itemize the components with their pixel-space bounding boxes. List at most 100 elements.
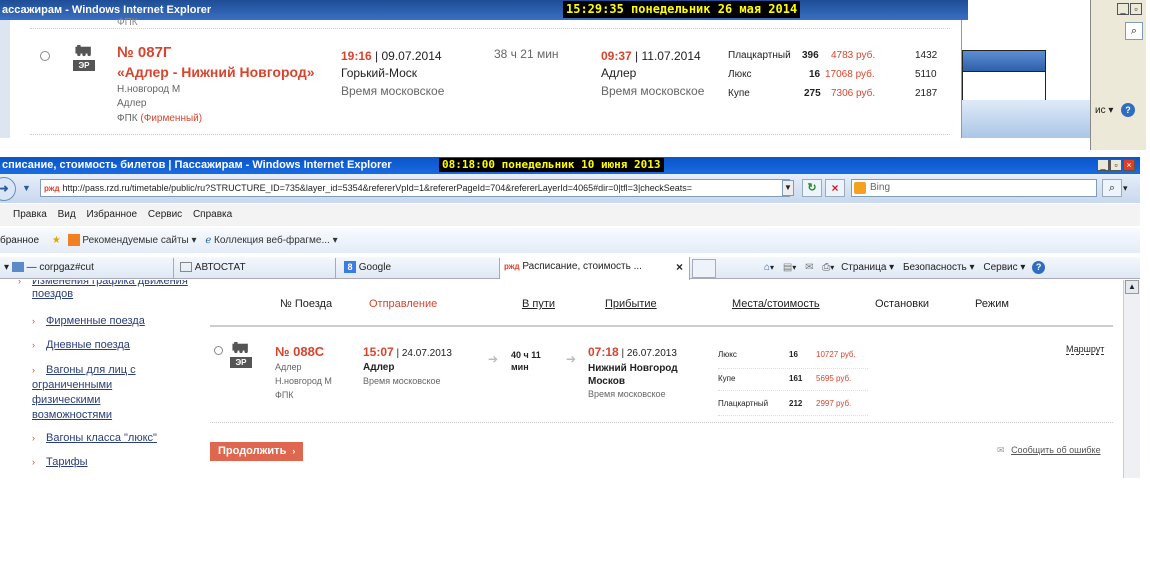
- minimize-button[interactable]: _: [1097, 159, 1109, 171]
- header-travel[interactable]: В пути: [522, 298, 555, 310]
- top-window-title: ассажирам - Windows Internet Explorer: [2, 4, 212, 16]
- seat-row-1: Люкс 16 17068 руб. 5110: [728, 69, 958, 83]
- back-button[interactable]: ➜: [0, 177, 16, 201]
- sidebar-item[interactable]: › Вагоны класса "люкс": [32, 432, 157, 445]
- tab-google[interactable]: 8 Google: [340, 258, 500, 279]
- restore-button[interactable]: ▫: [1130, 3, 1142, 15]
- seat-count: 16: [809, 69, 821, 80]
- dep-date: | 09.07.2014: [375, 49, 442, 63]
- menu-item-help[interactable]: Справка: [193, 209, 232, 220]
- dep-time: 19:16: [341, 49, 372, 63]
- address-url: http://pass.rzd.ru/timetable/public/ru?S…: [62, 183, 693, 193]
- tab-avtostat[interactable]: АВТОСТАТ: [176, 258, 336, 279]
- search-options-icon[interactable]: ▾: [1123, 183, 1128, 194]
- arr-tz: Время московское: [601, 84, 705, 98]
- search-icon[interactable]: ⌕: [1102, 179, 1122, 197]
- seat-price[interactable]: 5695 руб.: [816, 374, 851, 383]
- search-icon[interactable]: ⌕: [1125, 22, 1143, 40]
- carrier-name: ФПК: [117, 113, 138, 124]
- sidebar-item[interactable]: › Тарифы: [32, 456, 88, 469]
- bg-stripe: [962, 50, 1046, 72]
- train-route[interactable]: «Адлер - Нижний Новгород»: [117, 64, 315, 80]
- tab-corpgaz[interactable]: ▾ — corpgaz#cut: [0, 258, 174, 279]
- seat-stops: 1432: [915, 50, 938, 61]
- tab-close-icon[interactable]: ×: [676, 257, 683, 277]
- menu-item-favorites[interactable]: Избранное: [86, 209, 137, 220]
- train-radio-087[interactable]: [40, 51, 50, 61]
- row-from: Адлер: [275, 362, 302, 372]
- right-fragment-menu[interactable]: ис ▾: [1095, 105, 1113, 116]
- seat-stops: 5110: [915, 69, 937, 80]
- google-icon: 8: [344, 261, 356, 274]
- header-departure[interactable]: Отправление: [369, 298, 437, 310]
- menu-item-edit[interactable]: Правка: [13, 209, 47, 220]
- minimize-button[interactable]: _: [1117, 3, 1129, 15]
- history-dropdown-icon[interactable]: ▼: [22, 183, 31, 193]
- address-bar-row: ➜ ▼ ржд http://pass.rzd.ru/timetable/publ…: [0, 174, 1140, 203]
- safety-menu[interactable]: Безопасность ▾: [903, 262, 975, 273]
- top-window-titlebar: ассажирам - Windows Internet Explorer: [0, 0, 968, 20]
- report-error[interactable]: ✉ Сообщить об ошибке: [997, 445, 1101, 456]
- report-error-link[interactable]: Сообщить об ошибке: [1011, 445, 1101, 455]
- route-link[interactable]: Маршрут: [1066, 344, 1105, 355]
- tools-menu[interactable]: Сервис ▾: [983, 262, 1025, 273]
- sidebar-item[interactable]: › Фирменные поезда: [32, 315, 145, 328]
- new-tab-button[interactable]: [692, 259, 716, 278]
- web-slice-link[interactable]: Коллекция веб-фрагме... ▾: [214, 235, 338, 246]
- maximize-button[interactable]: ▫: [1110, 159, 1122, 171]
- close-button[interactable]: ×: [1123, 159, 1135, 171]
- travel-time: 38 ч 21 мин: [494, 47, 559, 61]
- stop-icon[interactable]: ×: [825, 179, 845, 197]
- seat-price[interactable]: 17068 руб.: [825, 69, 875, 80]
- bg-stripe: [962, 72, 1046, 100]
- from-station: Н.новгород М: [117, 84, 181, 95]
- train-type-label: ЭР: [73, 60, 95, 71]
- seat-price[interactable]: 10727 руб.: [816, 350, 856, 359]
- help-icon[interactable]: ?: [1121, 103, 1135, 117]
- sidebar-item[interactable]: › Вагоны для лиц с ограниченными физичес…: [32, 363, 150, 423]
- menu-item-tools[interactable]: Сервис: [148, 209, 182, 220]
- rzd-tab-icon: ржд: [504, 262, 520, 271]
- train-number[interactable]: № 087Г: [117, 44, 171, 61]
- window-clock: 08:18:00 понедельник 10 июня 2013: [439, 158, 664, 172]
- search-input[interactable]: Bing: [851, 179, 1097, 197]
- row-dep-station: Адлер: [363, 362, 395, 373]
- header-stops: Остановки: [875, 298, 930, 310]
- train-number[interactable]: № 088С: [275, 344, 324, 359]
- refresh-icon[interactable]: ↻: [802, 179, 822, 197]
- corpgaz-icon: [11, 262, 24, 273]
- seat-row-0: Плацкартный 396 4783 руб. 1432: [728, 50, 958, 64]
- seat-price[interactable]: 7306 руб.: [831, 88, 875, 99]
- scroll-up-icon[interactable]: ▲: [1125, 280, 1139, 294]
- help-icon[interactable]: ?: [1032, 261, 1046, 274]
- train-radio-088[interactable]: [214, 346, 223, 355]
- sidebar-item[interactable]: › Изменения графика движения поездов: [18, 280, 192, 301]
- arr-time: 09:37: [601, 49, 632, 63]
- top-bottom-separator: [30, 134, 950, 135]
- seat-stops: 2187: [915, 88, 938, 99]
- row-arr-time: 07:18: [588, 345, 619, 359]
- seat-class: Люкс: [718, 350, 737, 359]
- seat-price[interactable]: 4783 руб.: [831, 50, 875, 61]
- vertical-scrollbar[interactable]: ▲: [1123, 280, 1140, 478]
- seat-class: Плацкартный: [718, 399, 769, 408]
- avtostat-icon: [180, 262, 192, 273]
- favorites-label[interactable]: бранное: [0, 235, 39, 246]
- row-arr-station: Нижний Новгород Москов: [588, 363, 678, 387]
- continue-button[interactable]: Продолжить ›: [210, 442, 304, 461]
- header-seats[interactable]: Места/стоимость: [732, 298, 820, 310]
- recommended-sites-link[interactable]: Рекомендуемые сайты ▾: [82, 235, 196, 246]
- address-input[interactable]: ржд http://pass.rzd.ru/timetable/public/r…: [40, 179, 790, 197]
- seat-price[interactable]: 2997 руб.: [816, 399, 851, 408]
- arr-date: | 11.07.2014: [635, 49, 701, 63]
- header-arrival[interactable]: Прибытие: [605, 298, 657, 310]
- to-station: Адлер: [117, 98, 147, 109]
- address-dropdown-icon[interactable]: ▼: [782, 180, 794, 196]
- mail-icon[interactable]: ✉: [805, 262, 813, 273]
- feeds-icon[interactable]: ▤: [783, 262, 792, 273]
- page-menu[interactable]: Страница ▾: [841, 262, 894, 273]
- tab-rzd[interactable]: ржд Расписание, стоимость ... ×: [500, 257, 690, 280]
- menu-item-view[interactable]: Вид: [58, 209, 76, 220]
- favorites-star-icon[interactable]: ★: [52, 235, 61, 246]
- sidebar-item[interactable]: › Дневные поезда: [32, 339, 130, 352]
